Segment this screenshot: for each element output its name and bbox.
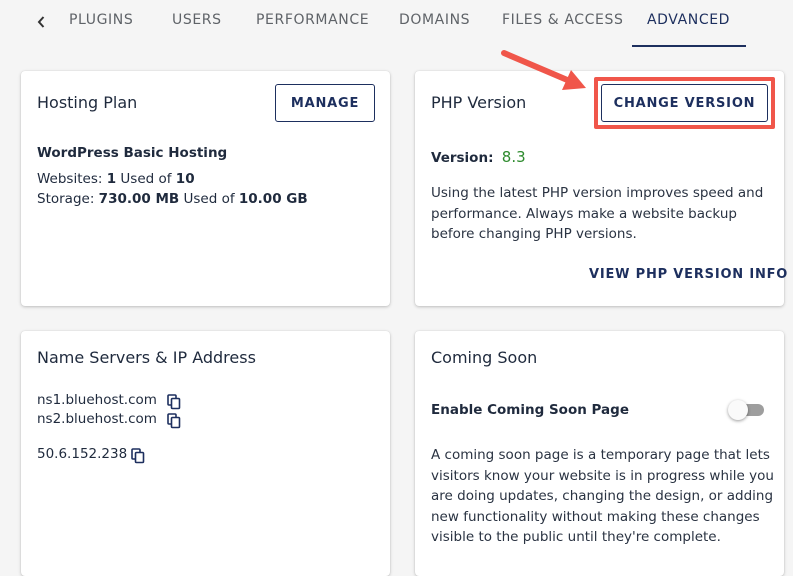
tab-performance[interactable]: PERFORMANCE <box>256 12 369 28</box>
coming-soon-title: Coming Soon <box>431 348 538 367</box>
coming-soon-toggle-label: Enable Coming Soon Page <box>431 402 629 418</box>
coming-soon-description: A coming soon page is a temporary page t… <box>431 447 774 545</box>
highlight-box <box>594 77 775 129</box>
active-tab-indicator <box>632 45 746 47</box>
version-label: Version: <box>431 150 494 166</box>
plan-name: WordPress Basic Hosting <box>37 145 228 161</box>
php-version-description: Using the latest PHP version improves sp… <box>431 185 764 242</box>
version-value: 8.3 <box>501 148 526 166</box>
name-server-1: ns1.bluehost.com <box>37 392 157 408</box>
toggle-thumb <box>728 400 748 420</box>
name-servers-title: Name Servers & IP Address <box>37 348 256 367</box>
copy-icon[interactable] <box>131 448 145 464</box>
php-version-line: Version: 8.3 <box>431 147 526 168</box>
chevron-left-icon <box>37 16 45 28</box>
websites-label: Websites: <box>37 171 103 187</box>
annotation-arrow-icon <box>501 50 586 90</box>
hosting-plan-title: Hosting Plan <box>37 93 138 112</box>
websites-used: 1 <box>106 171 117 187</box>
tab-bar: PLUGINS USERS PERFORMANCE DOMAINS FILES … <box>0 0 793 47</box>
name-servers-card: Name Servers & IP Address ns1.bluehost.c… <box>21 331 390 576</box>
manage-button[interactable]: MANAGE <box>275 84 375 122</box>
tab-files-access[interactable]: FILES & ACCESS <box>502 12 623 28</box>
storage-usage: Storage: 730.00 MB Used of 10.00 GB <box>37 189 308 209</box>
tab-plugins[interactable]: PLUGINS <box>69 12 133 28</box>
storage-used-of: Used of <box>183 191 235 207</box>
copy-icon[interactable] <box>167 413 181 429</box>
hosting-plan-card: Hosting Plan MANAGE WordPress Basic Host… <box>21 71 390 306</box>
tab-users[interactable]: USERS <box>172 12 222 28</box>
tab-advanced[interactable]: ADVANCED <box>647 12 730 28</box>
websites-usage: Websites: 1 Used of 10 <box>37 169 195 189</box>
name-server-2: ns2.bluehost.com <box>37 411 157 427</box>
scroll-left-button[interactable] <box>33 14 49 30</box>
tab-domains[interactable]: DOMAINS <box>399 12 470 28</box>
coming-soon-card: Coming Soon Enable Coming Soon Page A co… <box>415 331 784 576</box>
copy-icon[interactable] <box>167 394 181 410</box>
storage-label: Storage: <box>37 191 95 207</box>
view-php-version-info-link[interactable]: VIEW PHP VERSION INFO <box>589 267 788 282</box>
websites-used-of: Used of <box>120 171 172 187</box>
storage-used: 730.00 MB <box>98 191 180 207</box>
ip-address: 50.6.152.238 <box>37 446 128 462</box>
coming-soon-toggle[interactable] <box>728 400 764 420</box>
websites-total: 10 <box>175 171 195 187</box>
storage-total: 10.00 GB <box>238 191 308 207</box>
